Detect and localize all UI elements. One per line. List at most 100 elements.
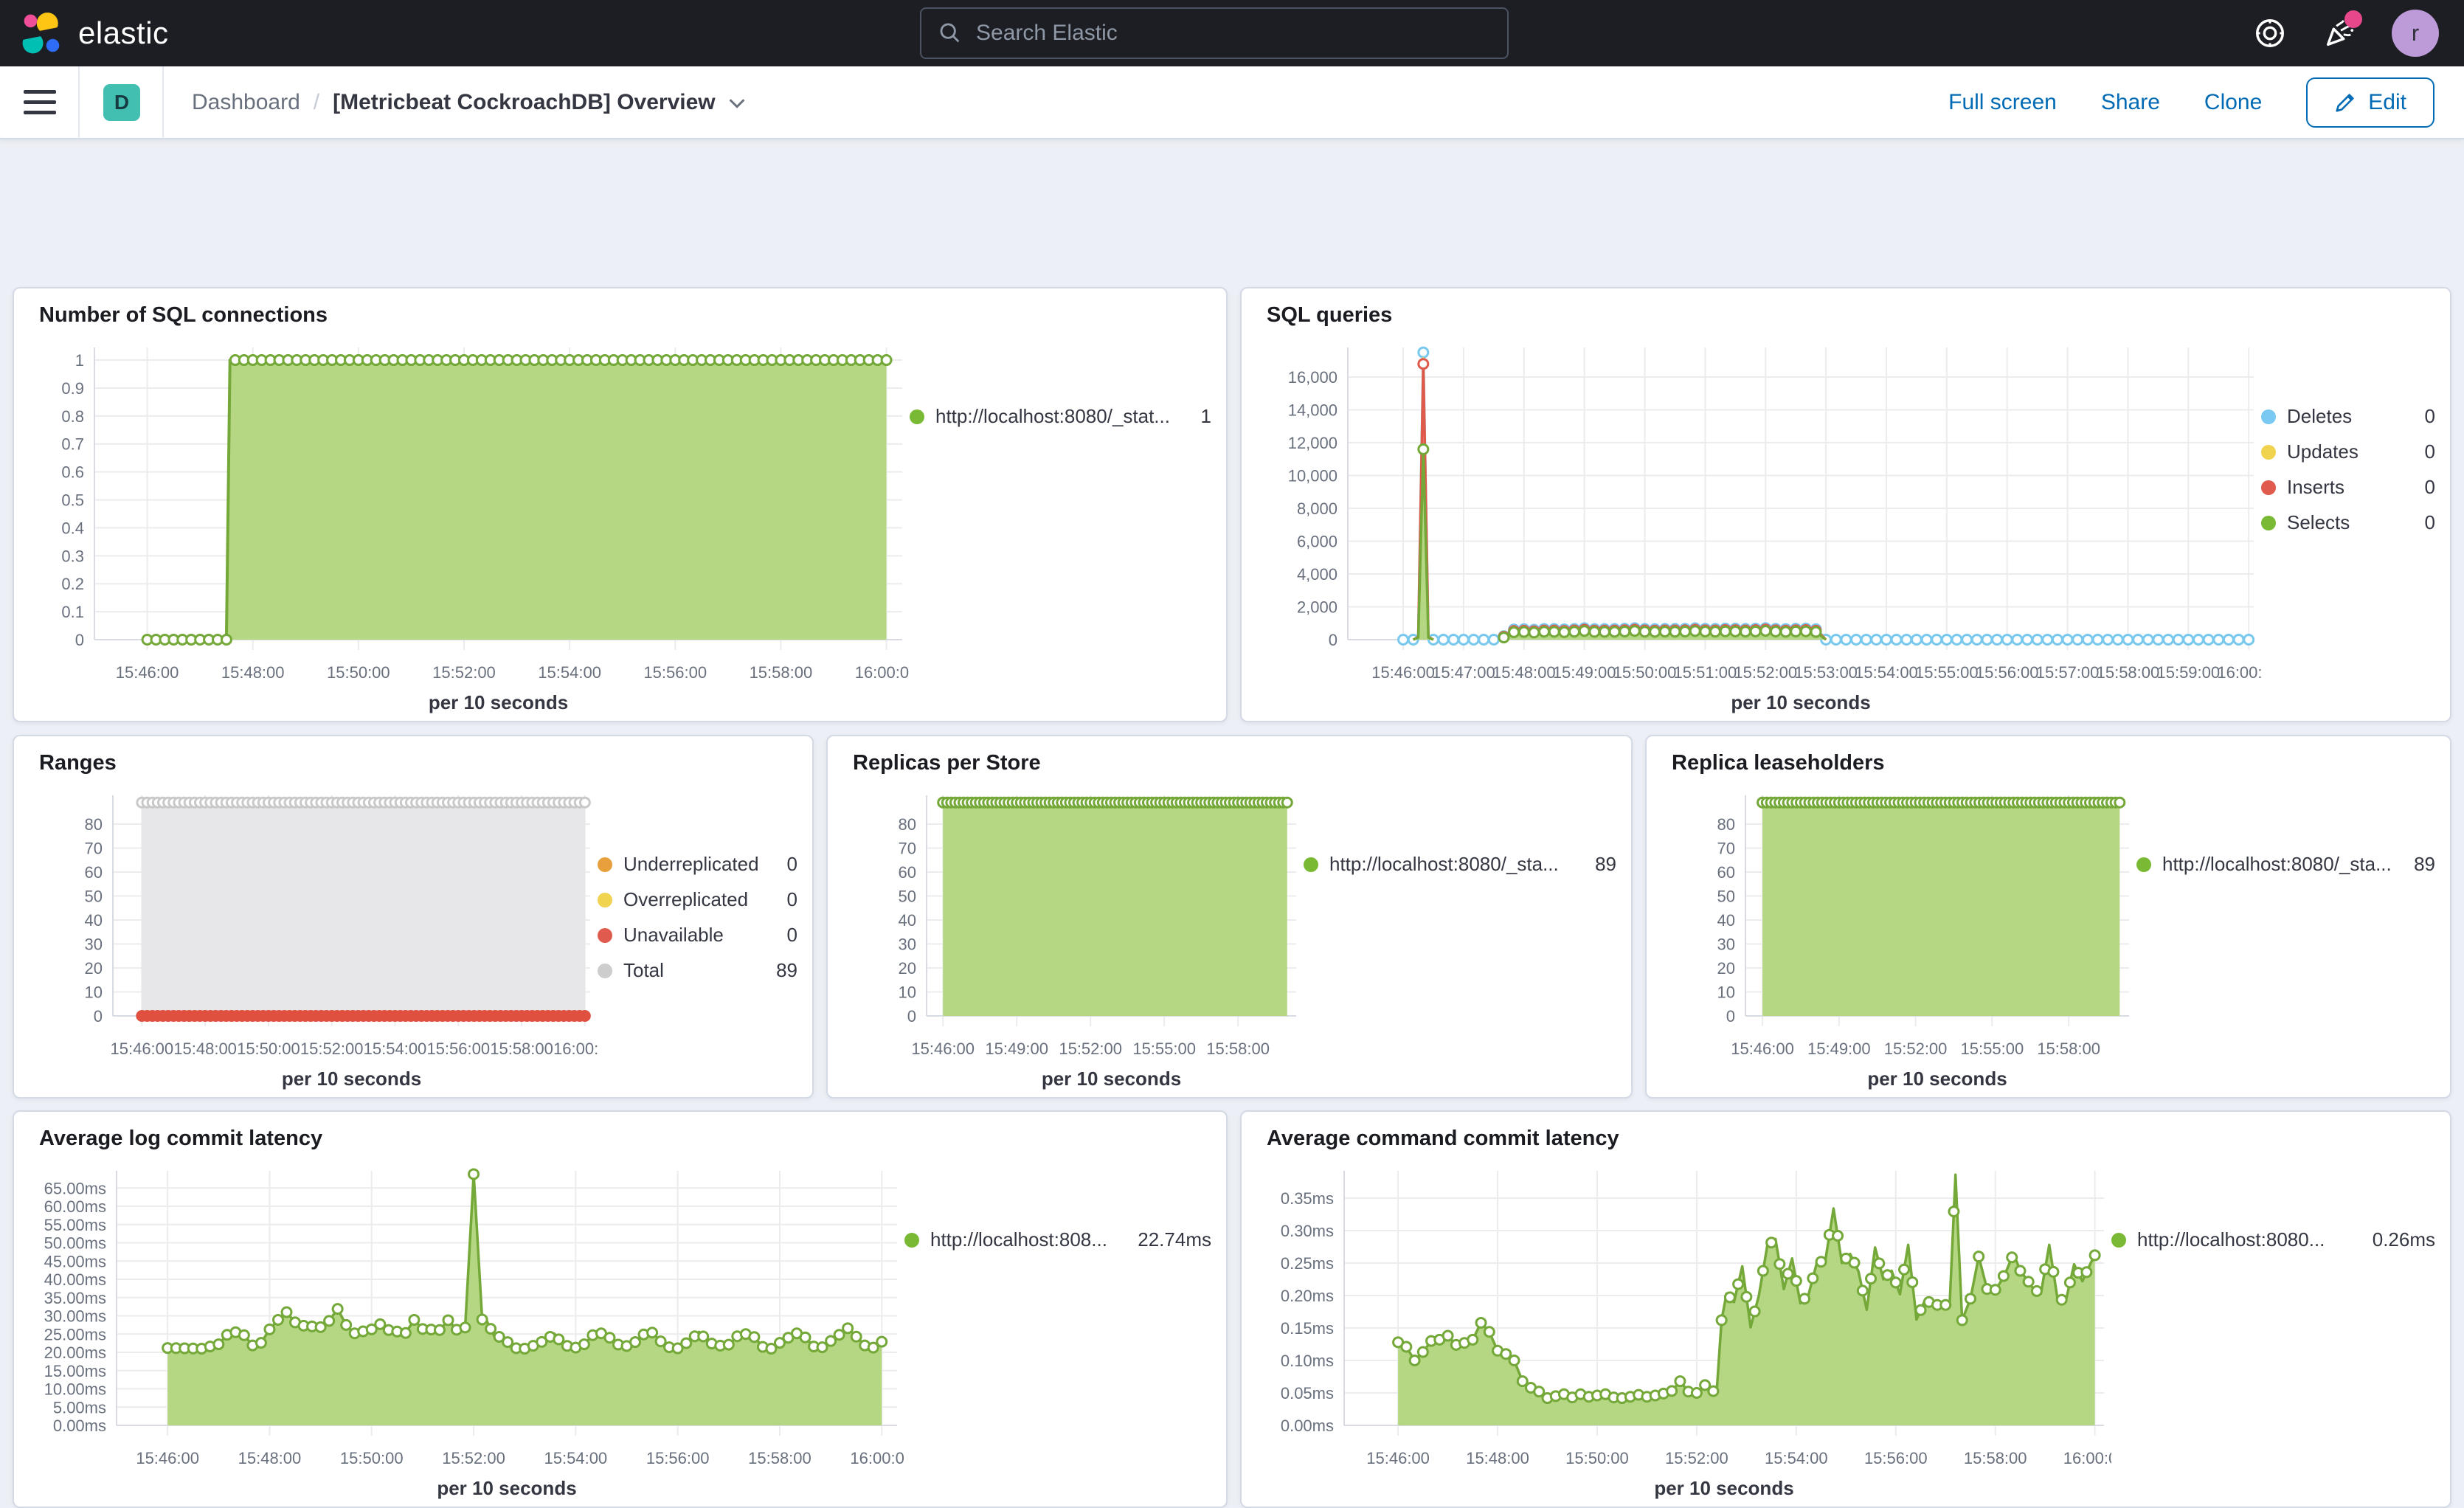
svg-text:15:52:00: 15:52:00 xyxy=(1665,1449,1728,1467)
legend-value: 89 xyxy=(766,959,797,982)
svg-text:40: 40 xyxy=(899,911,916,930)
legend-item[interactable]: http://localhost:808...22.74ms xyxy=(904,1228,1211,1251)
svg-text:0.4: 0.4 xyxy=(61,519,84,537)
legend-item[interactable]: http://localhost:8080/_sta... 89 xyxy=(2136,853,2435,876)
breadcrumb-dashboard-link[interactable]: Dashboard xyxy=(192,90,300,115)
svg-text:0: 0 xyxy=(1726,1007,1735,1025)
panel-title[interactable]: Replica leaseholders xyxy=(1672,751,1885,775)
legend-label: http://localhost:8080/_sta... xyxy=(2162,853,2392,876)
panel-title[interactable]: SQL queries xyxy=(1267,303,1392,328)
legend-dot xyxy=(598,893,612,907)
legend-value: 89 xyxy=(2404,853,2435,876)
svg-text:15:49:00: 15:49:00 xyxy=(985,1040,1048,1058)
svg-text:15:50:00: 15:50:00 xyxy=(237,1040,300,1058)
svg-text:15.00ms: 15.00ms xyxy=(44,1362,106,1380)
elastic-brand[interactable]: elastic xyxy=(21,12,169,55)
legend-value: 0 xyxy=(2415,476,2435,499)
svg-text:15:46:00: 15:46:00 xyxy=(1371,663,1435,682)
legend-item[interactable]: Updates0 xyxy=(2261,440,2435,463)
panel-average-log-commit-latency: Average log commit latency 65.00ms60.00m… xyxy=(13,1110,1228,1508)
svg-text:0.2: 0.2 xyxy=(61,575,84,593)
legend-item[interactable]: Unavailable 0 xyxy=(598,924,797,947)
svg-text:15:46:00: 15:46:00 xyxy=(111,1040,174,1058)
svg-text:80: 80 xyxy=(85,815,103,834)
clone-button[interactable]: Clone xyxy=(2204,90,2262,115)
panel-title[interactable]: Ranges xyxy=(39,751,117,775)
panel-title[interactable]: Replicas per Store xyxy=(853,751,1041,775)
legend-value: 0 xyxy=(777,853,797,876)
svg-text:per 10 seconds: per 10 seconds xyxy=(1867,1068,2007,1090)
legend-label: Deletes xyxy=(2287,405,2352,428)
svg-text:50: 50 xyxy=(899,888,916,906)
svg-text:15:58:00: 15:58:00 xyxy=(750,663,813,682)
chart-legend: http://localhost:8080/_sta... 89 xyxy=(2136,782,2438,1093)
svg-text:15:46:00: 15:46:00 xyxy=(1731,1040,1794,1058)
svg-text:per 10 seconds: per 10 seconds xyxy=(429,691,568,713)
svg-text:per 10 seconds: per 10 seconds xyxy=(437,1477,576,1499)
user-avatar[interactable]: r xyxy=(2392,10,2439,57)
svg-text:40: 40 xyxy=(85,911,103,930)
elastic-logo-icon xyxy=(21,12,63,55)
legend-value: 0 xyxy=(777,888,797,911)
svg-text:15:52:00: 15:52:00 xyxy=(1059,1040,1122,1058)
svg-text:60: 60 xyxy=(899,863,916,882)
legend-dot xyxy=(2261,480,2276,495)
svg-text:20: 20 xyxy=(899,959,916,978)
svg-text:5.00ms: 5.00ms xyxy=(53,1398,106,1417)
legend-item[interactable]: Deletes0 xyxy=(2261,405,2435,428)
menu-button[interactable] xyxy=(24,90,56,114)
legend-value: 0 xyxy=(2415,511,2435,534)
edit-button[interactable]: Edit xyxy=(2306,77,2434,128)
legend-label: Updates xyxy=(2287,440,2359,463)
share-button[interactable]: Share xyxy=(2101,90,2160,115)
svg-text:15:48:00: 15:48:00 xyxy=(1466,1449,1529,1467)
panel-title[interactable]: Average log commit latency xyxy=(39,1127,322,1151)
legend-item[interactable]: http://localhost:8080...0.26ms xyxy=(2111,1228,2435,1251)
svg-text:0.1: 0.1 xyxy=(61,603,84,621)
legend-label: Unavailable xyxy=(623,924,724,947)
svg-text:15:58:00: 15:58:00 xyxy=(2037,1040,2100,1058)
panel-replica-leaseholders: Replica leaseholders 8070605040302010015… xyxy=(1645,735,2451,1099)
page-title[interactable]: [Metricbeat CockroachDB] Overview xyxy=(333,90,748,115)
svg-text:6,000: 6,000 xyxy=(1297,533,1337,551)
svg-text:2,000: 2,000 xyxy=(1297,598,1337,617)
panel-title[interactable]: Number of SQL connections xyxy=(39,303,328,328)
chevron-down-icon xyxy=(726,91,748,114)
legend-label: http://localhost:8080/_stat... xyxy=(935,405,1170,428)
svg-text:15:57:00: 15:57:00 xyxy=(2036,663,2100,682)
svg-text:15:54:00: 15:54:00 xyxy=(538,663,601,682)
svg-text:16:00:00: 16:00:00 xyxy=(2217,663,2261,682)
help-button[interactable] xyxy=(2253,16,2287,50)
legend-item[interactable]: Inserts 0 xyxy=(2261,476,2435,499)
legend-value: 89 xyxy=(1585,853,1616,876)
legend-item[interactable]: Overreplicated0 xyxy=(598,888,797,911)
svg-text:15:46:00: 15:46:00 xyxy=(136,1449,199,1467)
legend-item[interactable]: Selects0 xyxy=(2261,511,2435,534)
panel-title[interactable]: Average command commit latency xyxy=(1267,1127,1619,1151)
breadcrumb-separator: / xyxy=(314,90,319,115)
legend-label: Inserts xyxy=(2287,476,2344,499)
svg-text:60: 60 xyxy=(1717,863,1735,882)
svg-text:50.00ms: 50.00ms xyxy=(44,1234,106,1253)
legend-item[interactable]: Total89 xyxy=(598,959,797,982)
svg-text:15:54:00: 15:54:00 xyxy=(1855,663,1918,682)
legend-item[interactable]: http://localhost:8080/_stat...1 xyxy=(910,405,1211,428)
ranges-chart: 8070605040302010015:46:0015:48:0015:50:0… xyxy=(24,782,598,1093)
svg-text:0.9: 0.9 xyxy=(61,379,84,398)
dashboard-badge[interactable]: D xyxy=(103,84,140,121)
dashboard-grid: Number of SQL connections 10.90.80.70.60… xyxy=(0,139,2464,1386)
legend-item[interactable]: Underreplicated0 xyxy=(598,853,797,876)
legend-label: http://localhost:808... xyxy=(930,1228,1107,1251)
news-feed-button[interactable] xyxy=(2322,16,2356,50)
search-input[interactable]: Search Elastic xyxy=(920,7,1509,59)
help-icon xyxy=(2253,16,2287,50)
svg-text:14,000: 14,000 xyxy=(1288,401,1337,420)
full-screen-button[interactable]: Full screen xyxy=(1948,90,2057,115)
svg-text:55.00ms: 55.00ms xyxy=(44,1216,106,1234)
legend-value: 0 xyxy=(777,924,797,947)
legend-dot xyxy=(2261,409,2276,424)
svg-text:16,000: 16,000 xyxy=(1288,368,1337,387)
pencil-icon xyxy=(2334,91,2356,114)
svg-text:0.10ms: 0.10ms xyxy=(1281,1352,1334,1370)
legend-item[interactable]: http://localhost:8080/_sta...89 xyxy=(1304,853,1616,876)
